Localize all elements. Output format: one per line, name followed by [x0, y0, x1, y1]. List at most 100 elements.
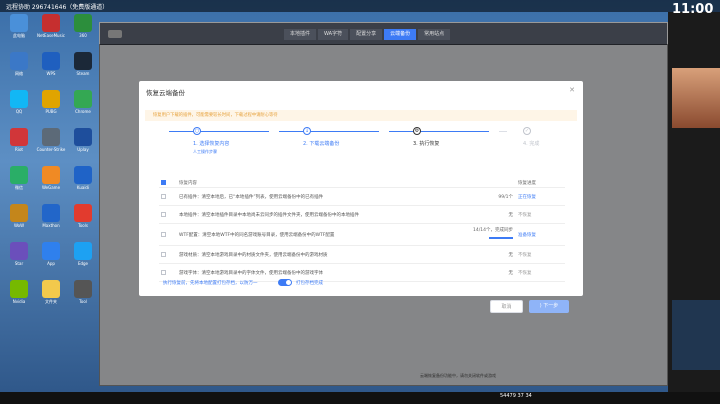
table-row: 游戏材质：清空本地游戏目录中的材质文件夹，使用云端备份中的游戏材质 无不恢复 — [159, 246, 565, 264]
header-content: 恢复内容 — [179, 181, 197, 186]
desktop-icon[interactable]: WeGame — [36, 166, 66, 200]
app-icon — [10, 90, 28, 108]
warning-banner: 恢复用户下载的插件，可能需要较长时间，下载过程中请耐心等待 — [145, 110, 577, 121]
desktop-icon[interactable]: Kuaidi — [68, 166, 98, 200]
row-count: 99/1个 — [498, 195, 513, 200]
desktop-icon-label: Chrome — [75, 109, 91, 114]
desktop-icon-grid: 此电脑 NetEaseMusic 360 网络 WPS Steam QQ PUBG Chrome… — [4, 14, 98, 314]
select-all-checkbox[interactable] — [161, 180, 166, 185]
desktop-icon[interactable]: 此电脑 — [4, 14, 34, 48]
app-icon — [74, 242, 92, 260]
row-count: 无 — [508, 213, 514, 218]
step-1: ○ 1. 选择恢复内容 人工操作步骤 — [193, 127, 273, 155]
next-button[interactable]: ⟩ 下一步 — [529, 300, 569, 313]
dialog-footer: 执行恢复前，先将本地配置打包存档，以防万一 打包存档完成 — [163, 277, 563, 289]
desktop-icon[interactable]: Maxthon — [36, 204, 66, 238]
desktop-icon-label: Nvidia — [12, 299, 26, 304]
step-4: ✓ 4. 完成 — [523, 127, 603, 147]
app-tab[interactable]: 本地插件 — [284, 29, 317, 40]
app-tab[interactable]: WA字符 — [318, 29, 349, 40]
app-icon — [10, 14, 28, 32]
row-result: 不恢复 — [518, 271, 532, 276]
side-image-2 — [672, 300, 720, 370]
desktop-icon[interactable]: Chrome — [68, 90, 98, 124]
row-content: 已有插件：清空本地后，已“本地插件”列表，使用云端备份中的已有插件 — [179, 195, 324, 200]
desktop-icon[interactable]: Steam — [68, 52, 98, 86]
desktop-icon-label: 360 — [79, 33, 87, 38]
desktop-icon[interactable]: 网络 — [4, 52, 34, 86]
app-icon — [42, 280, 60, 298]
backup-toggle[interactable] — [278, 279, 292, 286]
app-icon — [42, 52, 60, 70]
desktop-icon-label: WPS — [46, 71, 56, 76]
app-tab[interactable]: 云端备份 — [384, 29, 417, 40]
app-tab[interactable]: 配置分享 — [350, 29, 383, 40]
app-icon — [74, 14, 92, 32]
desktop-icon[interactable]: Nvidia — [4, 280, 34, 314]
cancel-button[interactable]: 取消 — [490, 300, 523, 313]
desktop-icon[interactable]: 文件夹 — [36, 280, 66, 314]
row-checkbox[interactable] — [161, 232, 166, 237]
app-icon — [10, 128, 28, 146]
app-icon — [10, 204, 28, 222]
download-icon: ↓ — [303, 127, 311, 135]
desktop-icon[interactable]: Tools — [68, 204, 98, 238]
app-titlebar: 本地插件 WA字符 配置分享 云端备份 常用站点 — [100, 23, 667, 45]
row-content: 游戏材质：清空本地游戏目录中的材质文件夹，使用云端备份中的游戏材质 — [179, 253, 328, 258]
remote-assist-bar: 远程协助 296741646（免费版通道） — [0, 0, 720, 12]
desktop-icon[interactable]: 360 — [68, 14, 98, 48]
close-icon[interactable]: ✕ — [569, 86, 575, 94]
desktop-icon-label: 微信 — [15, 185, 23, 190]
desktop-icon-label: App — [47, 261, 55, 266]
table-row: 已有插件：清空本地后，已“本地插件”列表，使用云端备份中的已有插件 99/1个 正在… — [159, 188, 565, 206]
app-icon — [10, 52, 28, 70]
app-icon — [42, 204, 60, 222]
desktop-icon-label: Counter-Strike — [36, 147, 66, 152]
app-logo-icon — [108, 30, 122, 38]
row-checkbox[interactable] — [161, 212, 166, 217]
step-3: ⚙ 3. 执行恢复 — [413, 127, 493, 147]
footer-text: 执行恢复前，先将本地配置打包存档，以防万一 — [163, 281, 258, 286]
row-content: 本地插件：清空本地插件目录中本地尚未云同步的插件文件夹，使用云端备份中的本地插件 — [179, 213, 359, 218]
desktop-icon[interactable]: Star — [4, 242, 34, 276]
row-count: 无 — [508, 253, 514, 258]
desktop-icon-label: PUBG — [45, 109, 57, 114]
app-icon — [42, 90, 60, 108]
desktop-icon[interactable]: QQ — [4, 90, 34, 124]
desktop-icon[interactable]: PUBG — [36, 90, 66, 124]
clock: 11:00 — [672, 2, 714, 17]
app-tab[interactable]: 常用站点 — [418, 29, 451, 40]
row-checkbox[interactable] — [161, 270, 166, 275]
desktop-icon-label: WoW — [13, 223, 25, 228]
desktop-icon[interactable]: Counter-Strike — [36, 128, 66, 162]
desktop-icon[interactable]: Edge — [68, 242, 98, 276]
table-row: 本地插件：清空本地插件目录中本地尚未云同步的插件文件夹，使用云端备份中的本地插件… — [159, 206, 565, 224]
row-result: 准备恢复 — [518, 233, 536, 238]
desktop-icon[interactable]: 微信 — [4, 166, 34, 200]
desktop-icon[interactable]: WPS — [36, 52, 66, 86]
desktop-icon[interactable]: Tool — [68, 280, 98, 314]
app-icon — [74, 166, 92, 184]
remote-assist-text: 远程协助 296741646（免费版通道） — [6, 4, 109, 11]
step-1-sub: 人工操作步骤 — [193, 149, 217, 154]
desktop-icon[interactable]: App — [36, 242, 66, 276]
row-checkbox[interactable] — [161, 252, 166, 257]
desktop-icon-label: Uplay — [77, 147, 89, 152]
desktop-icon-label: 此电脑 — [13, 33, 25, 38]
desktop-icon-label: Star — [14, 261, 24, 266]
app-icon — [74, 90, 92, 108]
row-checkbox[interactable] — [161, 194, 166, 199]
desktop-icon[interactable]: Uplay — [68, 128, 98, 162]
desktop-icon[interactable]: WoW — [4, 204, 34, 238]
row-result: 正在恢复 — [518, 195, 536, 200]
desktop-icon[interactable]: NetEaseMusic — [36, 14, 66, 48]
desktop-icon-label: QQ — [15, 109, 23, 114]
app-icon — [10, 280, 28, 298]
app-icon — [10, 242, 28, 260]
desktop-icon[interactable]: Riot — [4, 128, 34, 162]
row-result: 不恢复 — [518, 213, 532, 218]
app-icon — [10, 166, 28, 184]
desktop-icon-label: WeGame — [41, 185, 61, 190]
table-row: WTF配置：清空本地WTF中的同名游戏账号目录，使用云端备份中的WTF配置 14/… — [159, 224, 565, 246]
app-icon — [74, 280, 92, 298]
